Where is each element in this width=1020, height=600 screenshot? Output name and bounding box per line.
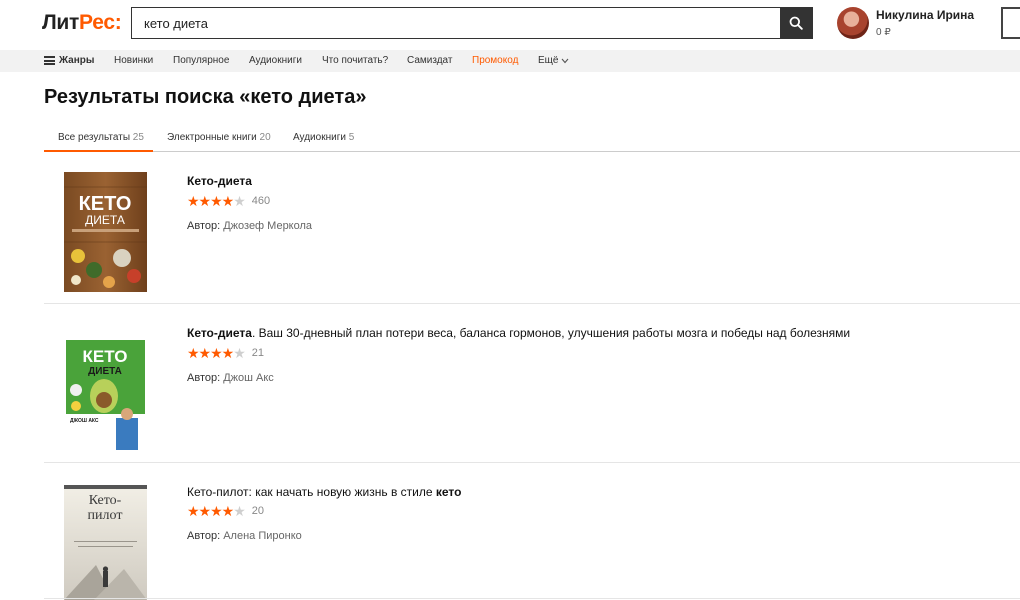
- menu-icon: [44, 56, 55, 65]
- nav-item-more-label: Ещё: [538, 55, 559, 66]
- tab-audiobooks[interactable]: Аудиокниги 5: [293, 132, 354, 143]
- logo-text-lit: Лит: [42, 11, 80, 34]
- cover-title-2: ДИЕТА: [88, 366, 122, 377]
- main-nav: Жанры Новинки Популярное Аудиокниги Что …: [0, 50, 1020, 72]
- rating-stars: ★★★★★: [187, 503, 246, 519]
- book-title-pre: Кето-пилот: как начать новую жизнь в сти…: [187, 485, 436, 499]
- rating-votes: 21: [251, 347, 265, 359]
- result-item-1: КЕТО ДИЕТА Кето-диета ★★★★★ 460 Автор: Д…: [44, 152, 1020, 304]
- book-cover-2[interactable]: КЕТО ДИЕТА ДЖОШ АКС: [64, 324, 147, 450]
- avatar[interactable]: [837, 7, 869, 39]
- user-name[interactable]: Никулина Ирина: [876, 8, 974, 22]
- book-cover-1[interactable]: КЕТО ДИЕТА: [64, 172, 147, 292]
- author-label: Автор:: [187, 530, 221, 542]
- book-cover-image: Кето- пилот: [64, 485, 147, 600]
- rating-votes: 20: [251, 505, 265, 517]
- tab-count: 25: [132, 132, 144, 143]
- cover-title-1: КЕТО: [79, 193, 132, 215]
- author-link[interactable]: Джозеф Меркола: [223, 220, 312, 232]
- nav-genres-label: Жанры: [59, 55, 95, 66]
- nav-item-samizdat[interactable]: Самиздат: [407, 55, 452, 66]
- author-1: Автор: Джозеф Меркола: [187, 220, 312, 232]
- book-title-bold: Кето-диета: [187, 326, 252, 340]
- author-link[interactable]: Алена Пиронко: [223, 530, 302, 542]
- book-title-bold: Кето-диета: [187, 174, 252, 188]
- author-2: Автор: Джош Акс: [187, 372, 274, 384]
- author-label: Автор:: [187, 372, 221, 384]
- search-input[interactable]: [132, 8, 780, 38]
- cart-icon[interactable]: [1001, 7, 1020, 39]
- author-link[interactable]: Джош Акс: [223, 372, 274, 384]
- cover-title-1: Кето-: [89, 493, 122, 508]
- book-cover-image: КЕТО ДИЕТА ДЖОШ АКС: [64, 324, 147, 450]
- nav-item-popular[interactable]: Популярное: [173, 55, 229, 66]
- chevron-down-icon: [562, 58, 569, 63]
- rating-stars: ★★★★★: [187, 193, 246, 209]
- logo-text-res: Рес:: [79, 11, 122, 34]
- cover-title-2: ДИЕТА: [85, 213, 125, 227]
- header: ЛитРес: Никулина Ирина 0 ₽: [0, 0, 1020, 50]
- page-title: Результаты поиска «кето диета»: [44, 86, 367, 108]
- nav-genres[interactable]: Жанры: [44, 55, 94, 66]
- search-button[interactable]: [780, 8, 812, 38]
- author-label: Автор:: [187, 220, 221, 232]
- litres-logo[interactable]: ЛитРес:: [42, 11, 122, 35]
- book-cover-3[interactable]: Кето- пилот: [64, 485, 147, 600]
- book-title-1[interactable]: Кето-диета: [187, 174, 252, 188]
- rating-2: ★★★★★ 21: [187, 346, 264, 360]
- result-item-3: Кето- пилот Кето-пилот: как начать новую…: [44, 463, 1020, 600]
- cover-title-2: пилот: [88, 508, 123, 523]
- nav-item-new[interactable]: Новинки: [114, 55, 153, 66]
- book-title-2[interactable]: Кето-диета. Ваш 30-дневный план потери в…: [187, 326, 850, 340]
- cover-author: ДЖОШ АКС: [70, 418, 99, 424]
- tab-label: Аудиокниги: [293, 132, 346, 143]
- search-icon: [789, 16, 803, 30]
- rating-3: ★★★★★ 20: [187, 504, 264, 518]
- results-tabs: Все результаты 25 Электронные книги 20 А…: [44, 124, 1020, 152]
- tab-count: 5: [348, 132, 355, 143]
- cover-title-1: КЕТО: [83, 347, 128, 366]
- nav-item-audiobooks[interactable]: Аудиокниги: [249, 55, 302, 66]
- nav-item-promocode[interactable]: Промокод: [472, 55, 518, 66]
- search-box: [131, 7, 813, 39]
- book-title-bold: кето: [435, 485, 462, 499]
- author-3: Автор: Алена Пиронко: [187, 530, 302, 542]
- nav-item-more[interactable]: Ещё: [538, 55, 569, 66]
- rating-votes: 460: [251, 195, 271, 207]
- book-title-rest: . Ваш 30-дневный план потери веса, балан…: [251, 326, 851, 340]
- tab-label: Все результаты: [58, 132, 131, 143]
- tab-all-results[interactable]: Все результаты 25: [58, 132, 144, 143]
- book-title-3[interactable]: Кето-пилот: как начать новую жизнь в сти…: [187, 485, 461, 499]
- rating-stars: ★★★★★: [187, 345, 246, 361]
- nav-item-what-to-read[interactable]: Что почитать?: [322, 55, 388, 66]
- result-divider: [44, 598, 1020, 599]
- tab-label: Электронные книги: [167, 132, 257, 143]
- book-cover-image: КЕТО ДИЕТА: [64, 172, 147, 292]
- tab-ebooks[interactable]: Электронные книги 20: [167, 132, 271, 143]
- result-item-2: КЕТО ДИЕТА ДЖОШ АКС Кето-диета. Ваш 30-д…: [44, 304, 1020, 462]
- account-balance: 0 ₽: [876, 27, 891, 38]
- rating-1: ★★★★★ 460: [187, 194, 270, 208]
- tab-count: 20: [259, 132, 271, 143]
